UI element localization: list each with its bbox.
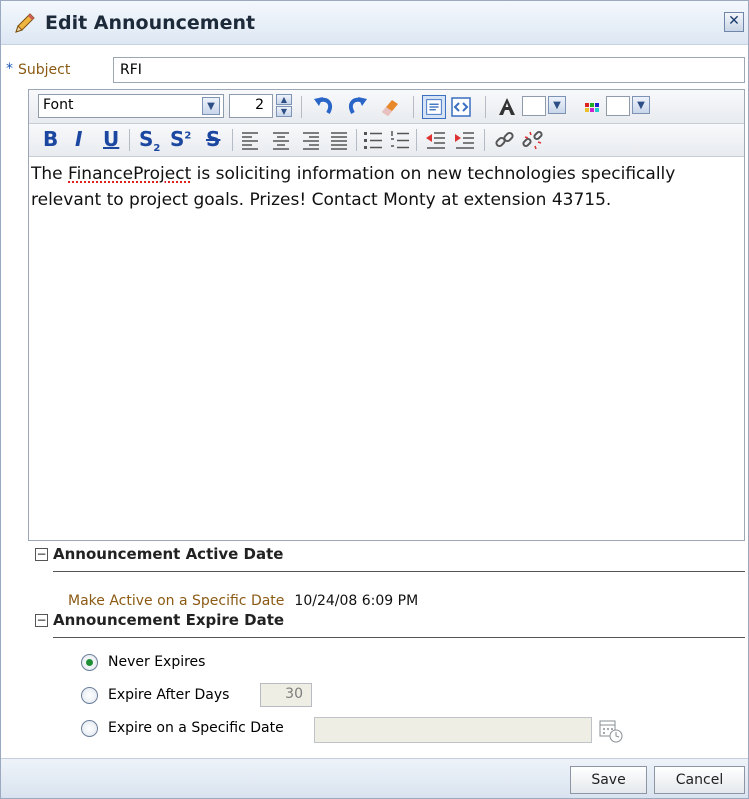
source-mode-icon[interactable] xyxy=(449,95,473,119)
chevron-down-icon[interactable]: ▼ xyxy=(632,96,650,114)
radio-button-selected[interactable] xyxy=(81,654,98,671)
strikethrough-button[interactable]: S xyxy=(206,127,220,151)
collapse-icon[interactable]: − xyxy=(35,614,48,627)
toolbar-separator xyxy=(484,129,485,151)
toolbar-separator xyxy=(301,96,302,118)
background-color-swatch[interactable] xyxy=(606,96,630,116)
outdent-icon[interactable] xyxy=(424,128,448,152)
expire-on-date-label: Expire on a Specific Date xyxy=(108,720,284,736)
toolbar-separator xyxy=(356,129,357,151)
save-button[interactable]: Save xyxy=(570,766,647,794)
underline-button[interactable]: U xyxy=(103,127,119,151)
section-divider xyxy=(53,571,745,572)
cancel-button[interactable]: Cancel xyxy=(654,766,745,794)
redo-icon[interactable] xyxy=(345,95,369,119)
active-date-label: Make Active on a Specific Date xyxy=(68,593,285,609)
superscript-button[interactable]: S2 xyxy=(170,127,191,151)
expire-date-section-header[interactable]: − Announcement Expire Date xyxy=(35,611,745,633)
bold-button[interactable]: B xyxy=(43,127,58,151)
numbered-list-icon[interactable] xyxy=(388,128,412,152)
title-bar[interactable]: Edit Announcement ✕ xyxy=(1,1,748,45)
subject-input[interactable] xyxy=(113,57,745,83)
misspelled-word[interactable]: FinanceProject xyxy=(68,164,191,184)
subscript-label: S xyxy=(139,127,154,151)
font-color-icon[interactable] xyxy=(495,95,519,119)
indent-icon[interactable] xyxy=(453,128,477,152)
never-expires-label: Never Expires xyxy=(108,654,206,670)
subscript-button[interactable]: S2 xyxy=(139,127,160,154)
active-date-section-header[interactable]: − Announcement Active Date xyxy=(35,545,745,567)
toolbar-separator xyxy=(129,129,130,151)
radio-button[interactable] xyxy=(81,687,98,704)
editor-toolbar-row-1: Font ▼ 2 ▲ ▼ ▼ ▼ xyxy=(29,90,744,124)
unlink-icon[interactable] xyxy=(521,128,545,152)
toolbar-separator xyxy=(416,129,417,151)
background-color-icon[interactable] xyxy=(580,95,604,119)
font-select[interactable]: Font ▼ xyxy=(38,94,224,118)
subject-row: * Subject xyxy=(1,57,748,83)
chevron-down-icon[interactable]: ▼ xyxy=(548,96,566,114)
active-date-section-title: Announcement Active Date xyxy=(53,545,284,563)
section-divider xyxy=(53,637,745,638)
undo-icon[interactable] xyxy=(312,95,336,119)
font-size-value: 2 xyxy=(255,97,264,113)
align-center-icon[interactable] xyxy=(269,128,293,152)
italic-button[interactable]: I xyxy=(75,127,82,151)
active-date-row: Make Active on a Specific Date 10/24/08 6… xyxy=(68,593,418,609)
chevron-down-icon[interactable]: ▼ xyxy=(202,97,220,115)
edit-announcement-dialog: Edit Announcement ✕ * Subject Font ▼ 2 ▲… xyxy=(0,0,749,799)
align-right-icon[interactable] xyxy=(299,128,323,152)
expire-date-input[interactable] xyxy=(314,717,592,743)
editor-content[interactable]: The FinanceProject is soliciting informa… xyxy=(29,157,744,540)
expire-date-section-title: Announcement Expire Date xyxy=(53,611,285,629)
font-size-field[interactable]: 2 xyxy=(229,94,273,118)
size-down-icon[interactable]: ▼ xyxy=(276,106,292,117)
collapse-icon[interactable]: − xyxy=(35,548,48,561)
toolbar-separator xyxy=(413,96,414,118)
font-color-swatch[interactable] xyxy=(522,96,546,116)
subject-label: Subject xyxy=(18,62,71,78)
pencil-icon xyxy=(15,13,35,33)
calendar-clock-icon[interactable] xyxy=(598,718,624,744)
toolbar-separator xyxy=(232,129,233,151)
align-left-icon[interactable] xyxy=(238,128,262,152)
justify-icon[interactable] xyxy=(327,128,351,152)
superscript-label: S xyxy=(170,127,185,151)
size-up-icon[interactable]: ▲ xyxy=(276,94,292,105)
close-button[interactable]: ✕ xyxy=(724,12,744,32)
eraser-icon[interactable] xyxy=(378,95,402,119)
font-select-value: Font xyxy=(43,97,74,113)
toolbar-separator xyxy=(485,96,486,118)
active-date-value: 10/24/08 6:09 PM xyxy=(294,593,419,609)
dialog-footer: Save Cancel xyxy=(1,758,748,798)
editor-text-start: The xyxy=(31,164,69,184)
required-marker: * xyxy=(6,61,13,77)
editor-toolbar-row-2: B I U S2 S2 S xyxy=(29,124,744,157)
bulleted-list-icon[interactable] xyxy=(361,128,385,152)
expire-after-days-label: Expire After Days xyxy=(108,687,230,703)
dialog-title: Edit Announcement xyxy=(45,12,256,34)
rich-text-editor: Font ▼ 2 ▲ ▼ ▼ ▼ B I U S2 S2 S The Finan… xyxy=(28,89,745,541)
rich-text-mode-icon[interactable] xyxy=(422,95,446,119)
radio-button[interactable] xyxy=(81,720,98,737)
link-icon[interactable] xyxy=(493,128,517,152)
expire-days-input[interactable]: 30 xyxy=(260,683,312,707)
